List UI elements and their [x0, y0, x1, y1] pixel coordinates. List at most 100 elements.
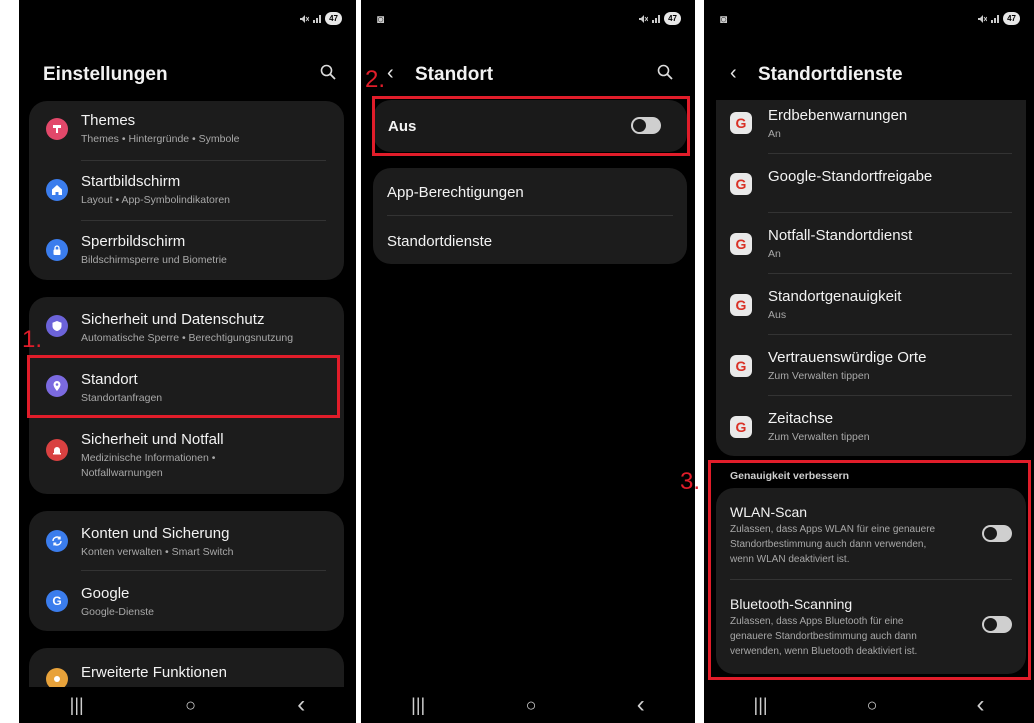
settings-item-title: Erweiterte Funktionen	[81, 664, 227, 681]
back-icon[interactable]: ‹	[387, 62, 394, 85]
shield-icon	[46, 315, 68, 337]
screen-record-icon: ◙	[377, 12, 385, 26]
location-item-location-services[interactable]: Standortdienste	[373, 216, 687, 264]
back-button[interactable]: ‹	[976, 691, 984, 719]
settings-item-google[interactable]: G Google Google-Dienste	[29, 571, 344, 631]
lock-icon	[46, 239, 68, 261]
settings-item-subtitle: Automatische Sperre • Berechtigungsnutzu…	[81, 332, 294, 344]
location-services-list: G Erdbebenwarnungen An G Google-Standort…	[716, 100, 1026, 456]
list-item-title: Notfall-Standortdienst	[768, 227, 913, 244]
highlight-box-step1	[27, 355, 340, 418]
service-item-trusted-places[interactable]: G Vertrauenswürdige Orte Zum Verwalten t…	[716, 335, 1026, 396]
settings-item-security-privacy[interactable]: Sicherheit und Datenschutz Automatische …	[29, 297, 344, 357]
system-navbar: ||| ○ ‹	[19, 687, 356, 723]
settings-item-title: Sicherheit und Notfall	[81, 431, 224, 448]
page-title: Einstellungen	[43, 64, 168, 85]
step-number-2: 2.	[365, 66, 386, 93]
list-item-title: Standortdienste	[387, 233, 493, 250]
settings-item-subtitle: Themes • Hintergründe • Symbole	[81, 133, 240, 145]
google-icon: G	[730, 294, 752, 316]
back-button[interactable]: ‹	[637, 691, 645, 719]
location-options-card: App-Berechtigungen Standortdienste	[373, 168, 687, 264]
settings-group-personalization: Themes Themes • Hintergründe • Symbole S…	[29, 101, 344, 280]
google-icon: G	[730, 355, 752, 377]
list-item-title: Erdbebenwarnungen	[768, 107, 908, 124]
mute-icon	[300, 14, 310, 23]
mute-icon	[978, 14, 988, 23]
google-icon: G	[730, 416, 752, 438]
recents-button[interactable]: |||	[411, 695, 425, 716]
settings-item-themes[interactable]: Themes Themes • Hintergründe • Symbole	[29, 101, 344, 161]
google-icon: G	[730, 173, 752, 195]
page-title: Standort	[415, 64, 494, 85]
alarm-icon	[46, 439, 68, 461]
home-icon	[46, 179, 68, 201]
list-item-title: Zeitachse	[768, 410, 834, 427]
service-item-earthquake-alerts[interactable]: G Erdbebenwarnungen An	[716, 100, 1026, 154]
settings-item-subtitle-line2: Notfallwarnungen	[81, 467, 163, 479]
service-item-timeline[interactable]: G Zeitachse Zum Verwalten tippen	[716, 396, 1026, 456]
signal-icon	[652, 14, 661, 23]
list-item-title: App-Berechtigungen	[387, 184, 524, 201]
back-button[interactable]: ‹	[297, 691, 305, 719]
battery-indicator: 47	[664, 12, 681, 25]
list-item-title: Standortgenauigkeit	[768, 288, 902, 305]
google-icon: G	[46, 590, 68, 612]
google-icon: G	[730, 233, 752, 255]
status-bar: ◙ 47	[704, 12, 1034, 30]
status-bar: 47	[19, 12, 356, 30]
list-item-subtitle: An	[768, 248, 781, 260]
battery-indicator: 47	[1003, 12, 1020, 25]
home-button[interactable]: ○	[185, 695, 196, 716]
settings-item-title: Google	[81, 585, 130, 602]
recents-button[interactable]: |||	[754, 695, 768, 716]
list-item-subtitle: Aus	[768, 309, 787, 321]
settings-item-home-screen[interactable]: Startbildschirm Layout • App-Symbolindik…	[29, 161, 344, 221]
highlight-box-step2	[372, 96, 690, 156]
home-button[interactable]: ○	[526, 695, 537, 716]
system-navbar: ||| ○ ‹	[361, 687, 695, 723]
settings-item-accounts-backup[interactable]: Konten und Sicherung Konten verwalten • …	[29, 511, 344, 571]
settings-item-safety-emergency[interactable]: Sicherheit und Notfall Medizinische Info…	[29, 417, 344, 494]
list-item-title: Vertrauenswürdige Orte	[768, 349, 927, 366]
search-icon[interactable]	[657, 64, 673, 80]
settings-item-lock-screen[interactable]: Sperrbildschirm Bildschirmsperre und Bio…	[29, 221, 344, 280]
sync-icon	[46, 530, 68, 552]
settings-item-subtitle: Layout • App-Symbolindikatoren	[81, 194, 231, 206]
google-icon: G	[730, 112, 752, 134]
themes-icon	[46, 118, 68, 140]
mute-icon	[639, 14, 649, 23]
signal-icon	[313, 14, 322, 23]
home-button[interactable]: ○	[867, 695, 878, 716]
system-navbar: ||| ○ ‹	[704, 687, 1034, 723]
settings-item-title: Startbildschirm	[81, 173, 181, 190]
highlight-box-step3	[708, 460, 1031, 680]
service-item-emergency-location[interactable]: G Notfall-Standortdienst An	[716, 213, 1026, 274]
service-item-location-accuracy[interactable]: G Standortgenauigkeit Aus	[716, 274, 1026, 335]
screen-record-icon: ◙	[720, 12, 728, 26]
list-item-subtitle: Zum Verwalten tippen	[768, 431, 870, 443]
settings-item-title: Themes	[81, 112, 136, 129]
settings-item-subtitle: Medizinische Informationen •	[81, 452, 216, 464]
list-item-title: Google-Standortfreigabe	[768, 168, 933, 185]
settings-item-title: Sperrbildschirm	[81, 233, 186, 250]
step-number-3: 3.	[680, 468, 701, 495]
settings-item-subtitle: Bildschirmsperre und Biometrie	[81, 254, 227, 266]
settings-item-title: Konten und Sicherung	[81, 525, 230, 542]
service-item-google-location-sharing[interactable]: G Google-Standortfreigabe	[716, 154, 1026, 213]
settings-item-subtitle: Google-Dienste	[81, 606, 154, 618]
settings-item-title: Sicherheit und Datenschutz	[81, 311, 265, 328]
location-item-app-permissions[interactable]: App-Berechtigungen	[373, 168, 687, 216]
status-bar: ◙ 47	[361, 12, 695, 30]
signal-icon	[991, 14, 1000, 23]
list-item-subtitle: An	[768, 128, 781, 140]
list-item-subtitle: Zum Verwalten tippen	[768, 370, 870, 382]
back-icon[interactable]: ‹	[730, 62, 737, 85]
settings-item-subtitle: Konten verwalten • Smart Switch	[81, 546, 234, 558]
search-icon[interactable]	[320, 64, 336, 80]
battery-indicator: 47	[325, 12, 342, 25]
step-number-1: 1.	[22, 326, 43, 353]
settings-group-accounts: Konten und Sicherung Konten verwalten • …	[29, 511, 344, 631]
recents-button[interactable]: |||	[70, 695, 84, 716]
page-title: Standortdienste	[758, 64, 903, 85]
